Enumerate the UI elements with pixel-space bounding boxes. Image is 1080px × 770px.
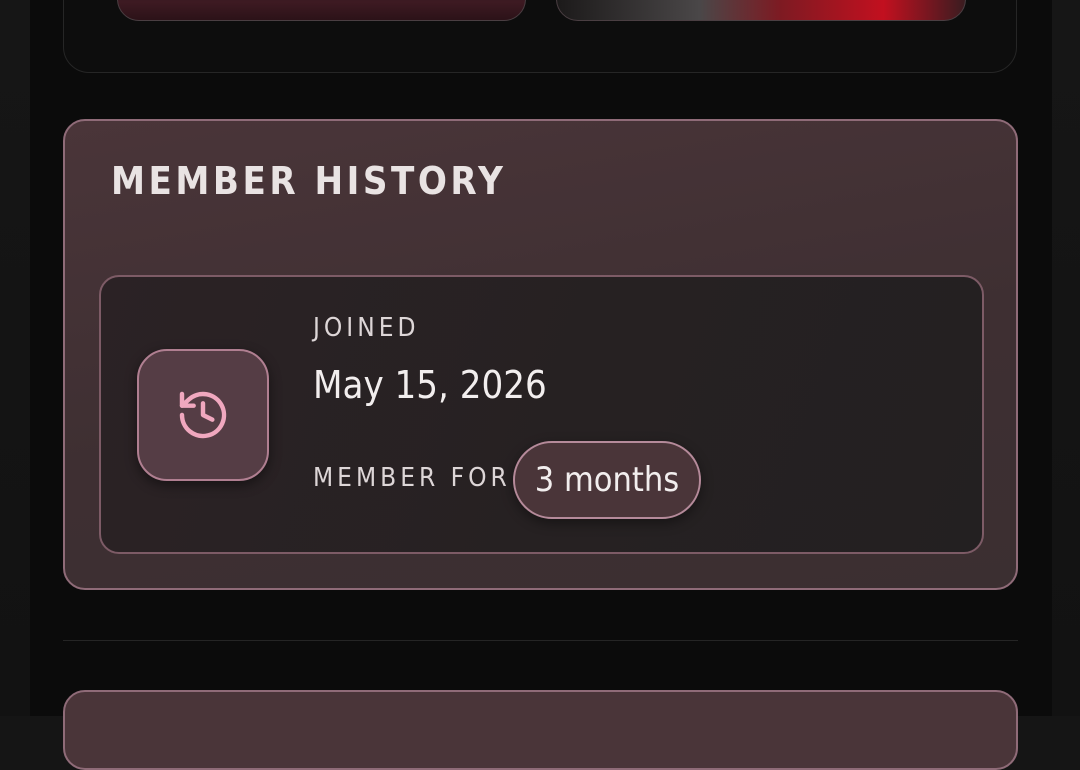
member-history-card: MEMBER HISTORY JOINED May 15, 2026 MEMBE… [63,119,1018,590]
member-history-panel: JOINED May 15, 2026 MEMBER FOR 3 months [99,275,984,554]
member-for-label: MEMBER FOR [313,463,511,493]
joined-label: JOINED [313,313,420,343]
section-title: MEMBER HISTORY [111,159,507,203]
right-gutter [1052,0,1080,716]
joined-date: May 15, 2026 [313,363,547,407]
history-icon-tile [137,349,269,481]
left-gutter [0,0,30,716]
membership-duration-badge: 3 months [513,441,701,519]
history-icon [179,391,227,439]
media-thumbnail[interactable] [556,0,966,21]
section-divider [63,640,1018,641]
next-card [63,690,1018,770]
media-thumbnail[interactable] [117,0,526,21]
